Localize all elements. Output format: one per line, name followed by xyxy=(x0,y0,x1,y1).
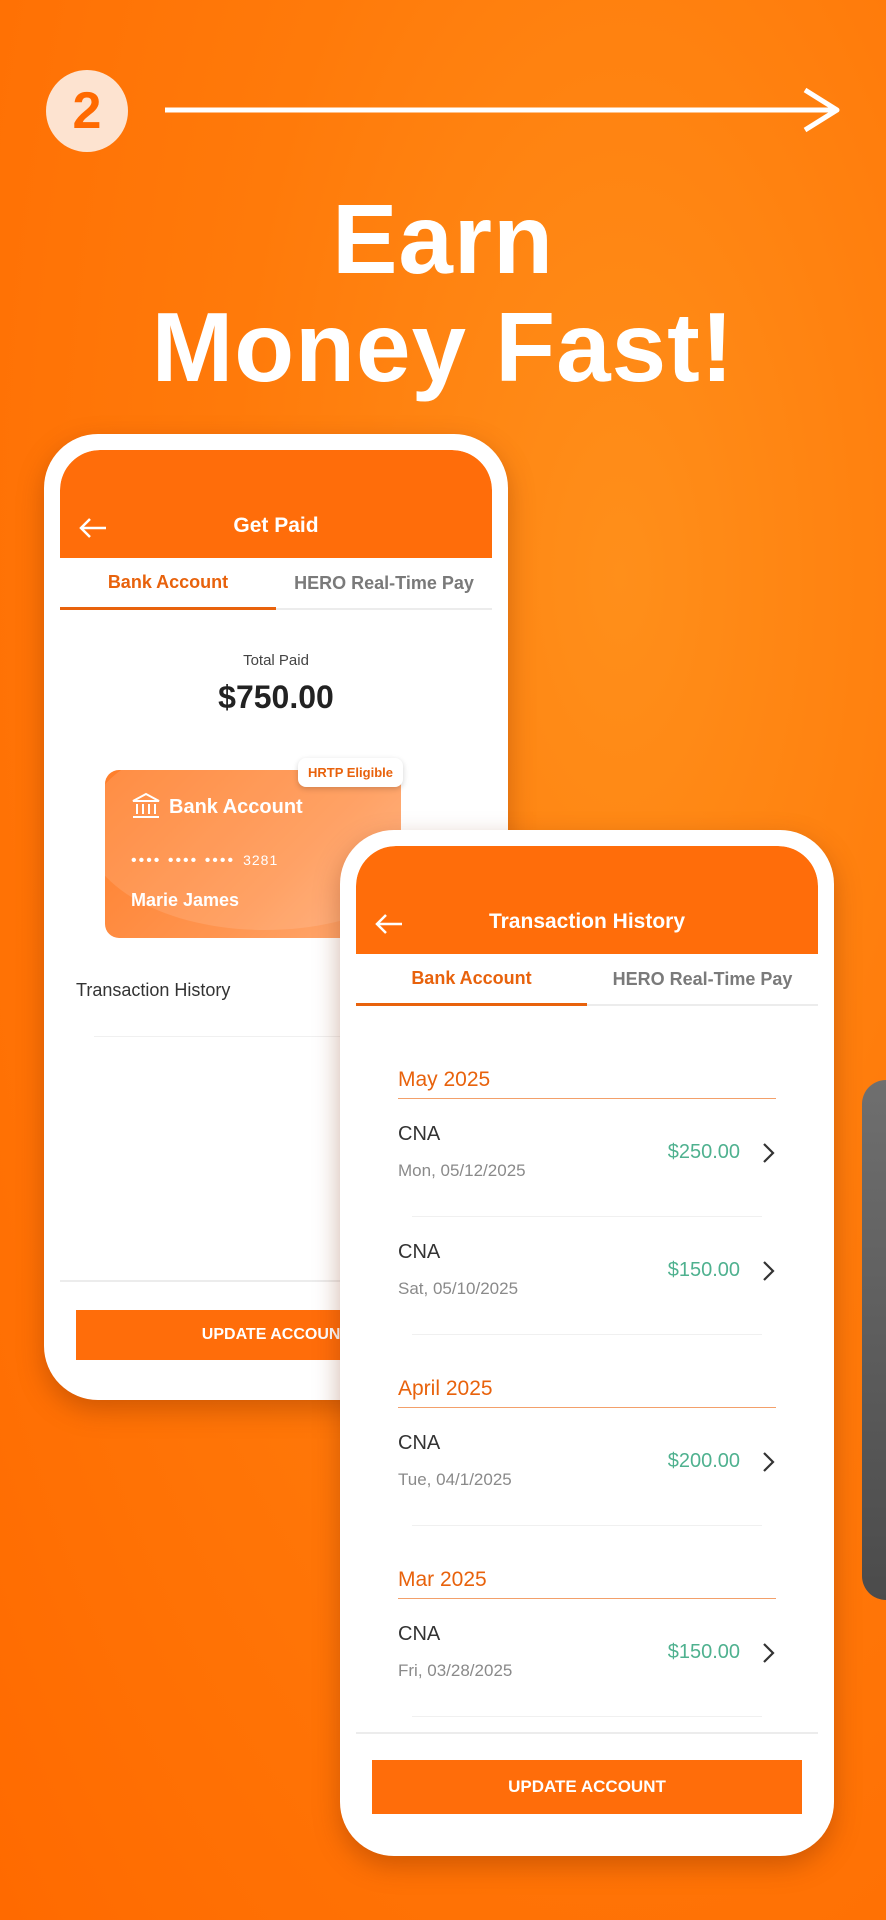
tab-hero-real-time-pay[interactable]: HERO Real-Time Pay xyxy=(276,558,492,608)
chevron-right-icon[interactable] xyxy=(760,1450,776,1474)
person-photo xyxy=(862,1080,886,1600)
transaction-type: CNA xyxy=(398,1241,441,1263)
tab-hero-real-time-pay[interactable]: HERO Real-Time Pay xyxy=(587,954,818,1004)
card-number: •••• •••• •••• 3281 xyxy=(131,852,278,870)
card-title: Bank Account xyxy=(169,796,303,818)
arrow-right-icon xyxy=(165,87,840,133)
app-header: Get Paid xyxy=(60,450,492,558)
transaction-date: Fri, 03/28/2025 xyxy=(398,1661,513,1680)
phone-screen: Transaction History Bank Account HERO Re… xyxy=(356,846,818,1840)
transaction-amount: $150.00 xyxy=(667,1641,740,1663)
tab-bar: Bank Account HERO Real-Time Pay xyxy=(60,558,492,610)
step-badge: 2 xyxy=(46,70,128,152)
header-title: Get Paid xyxy=(233,514,319,537)
chevron-right-icon[interactable] xyxy=(760,1641,776,1665)
month-header: April 2025 xyxy=(398,1335,776,1408)
month-header: May 2025 xyxy=(398,1006,776,1099)
transaction-row[interactable]: CNA Mon, 05/12/2025 $250.00 xyxy=(398,1099,776,1217)
transaction-history-link[interactable]: Transaction History xyxy=(76,980,230,1001)
divider xyxy=(412,1525,762,1526)
hrtp-eligible-badge: HRTP Eligible xyxy=(298,758,403,787)
transaction-amount: $150.00 xyxy=(667,1259,740,1281)
tab-bar: Bank Account HERO Real-Time Pay xyxy=(356,954,818,1006)
card-last4: 3281 xyxy=(243,852,279,868)
update-account-button[interactable]: UPDATE ACCOUNT xyxy=(372,1760,802,1814)
divider xyxy=(356,1732,818,1734)
headline-line-2: Money Fast! xyxy=(151,292,735,402)
divider xyxy=(412,1334,762,1335)
total-paid-amount: $750.00 xyxy=(218,679,334,715)
transaction-type: CNA xyxy=(398,1432,441,1454)
card-masked-digits: •••• •••• •••• xyxy=(131,852,236,869)
tab-bank-account[interactable]: Bank Account xyxy=(60,558,276,610)
transaction-date: Tue, 04/1/2025 xyxy=(398,1470,512,1489)
transaction-row[interactable]: CNA Fri, 03/28/2025 $150.00 xyxy=(398,1599,776,1717)
transaction-list: May 2025 CNA Mon, 05/12/2025 $250.00 CNA… xyxy=(356,1006,818,1717)
transaction-row[interactable]: CNA Tue, 04/1/2025 $200.00 xyxy=(398,1408,776,1526)
transaction-row[interactable]: CNA Sat, 05/10/2025 $150.00 xyxy=(398,1217,776,1335)
month-header: Mar 2025 xyxy=(398,1526,776,1599)
transaction-amount: $250.00 xyxy=(667,1141,740,1163)
headline: Earn Money Fast! xyxy=(0,185,886,401)
chevron-right-icon[interactable] xyxy=(760,1141,776,1165)
card-holder-name: Marie James xyxy=(131,890,240,910)
transaction-amount: $200.00 xyxy=(667,1450,740,1472)
total-paid-label: Total Paid xyxy=(243,652,309,669)
app-header: Transaction History xyxy=(356,846,818,954)
tab-bank-account[interactable]: Bank Account xyxy=(356,954,587,1006)
divider xyxy=(412,1716,762,1717)
headline-line-1: Earn xyxy=(332,184,554,294)
header-title: Transaction History xyxy=(488,910,686,933)
chevron-right-icon[interactable] xyxy=(760,1259,776,1283)
transaction-date: Mon, 05/12/2025 xyxy=(398,1161,526,1180)
transaction-type: CNA xyxy=(398,1623,441,1645)
transaction-date: Sat, 05/10/2025 xyxy=(398,1279,519,1298)
transaction-type: CNA xyxy=(398,1123,441,1145)
bank-icon xyxy=(132,792,160,818)
phone-transaction-history: Transaction History Bank Account HERO Re… xyxy=(340,830,834,1856)
